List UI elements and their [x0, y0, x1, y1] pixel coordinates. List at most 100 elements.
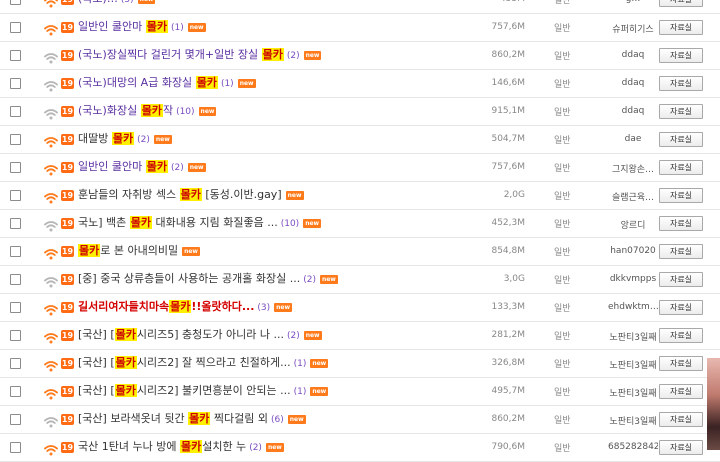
list-item[interactable]: 19 국산 1탄녀 누나 방에 몰카설치한 누 (2) new 790,6M 일반 6852…	[0, 434, 720, 462]
item-title[interactable]: 일반인 쿨안마 몰카 (1) new	[78, 20, 378, 35]
archive-button[interactable]: 자료실	[659, 48, 703, 63]
uploader-name[interactable]: 슈퍼히기스	[608, 22, 658, 35]
new-badge: new	[137, 0, 156, 4]
list-item[interactable]: 19 일반인 쿨안마 몰카 (1) new 757,6M 일반 슈퍼히기스 자료실	[0, 14, 720, 42]
uploader-name[interactable]: 노판티3일째	[608, 414, 658, 427]
row-checkbox[interactable]	[10, 218, 21, 229]
archive-button[interactable]: 자료실	[659, 384, 703, 399]
row-checkbox[interactable]	[10, 414, 21, 425]
item-title[interactable]: [국산] [몰카시리즈2] 불키면흥분이 안되는 ... (1) new	[78, 384, 378, 399]
item-title[interactable]: [중] 중국 상류층들이 사용하는 공개홀 화장실 ... (2) new	[78, 272, 378, 287]
row-checkbox[interactable]	[10, 162, 21, 173]
item-title[interactable]: [국산] 보라색옷녀 뒷간 몰카 찍다걸림 외 (6) new	[78, 412, 378, 427]
title-text: 일반인 쿨안마	[78, 160, 146, 173]
item-title[interactable]: (국노)장실찍다 걸린거 몇개+일반 장실 몰카 (2) new	[78, 48, 378, 63]
list-item[interactable]: 19 국노] 백촌 몰카 대화내용 지림 화질좋음 ... (10) new 452,3…	[0, 210, 720, 238]
uploader-name[interactable]: 앙르디	[608, 218, 658, 231]
item-title[interactable]: 국노] 백촌 몰카 대화내용 지림 화질좋음 ... (10) new	[78, 216, 378, 231]
archive-button[interactable]: 자료실	[659, 160, 703, 175]
item-title[interactable]: 훈남들의 자취방 섹스 몰카 [동성.이반.gay] new	[78, 188, 378, 202]
wifi-icon	[44, 357, 58, 372]
item-title[interactable]: [국산] [몰카시리즈5] 충청도가 아니라 나 ... (2) new	[78, 328, 378, 343]
file-type: 일반	[554, 52, 571, 62]
title-text: (국노)대망의 A급 화장실	[78, 76, 196, 89]
uploader-name[interactable]: ehdwktm…	[608, 302, 658, 312]
list-item[interactable]: 19 [국산] [몰카시리즈5] 충청도가 아니라 나 ... (2) new 281,…	[0, 322, 720, 350]
list-item[interactable]: 19 [중] 중국 상류층들이 사용하는 공개홀 화장실 ... (2) new 3,0…	[0, 266, 720, 294]
list-item[interactable]: 19 대딸방 몰카 (2) new 504,7M 일반 dae 자료실	[0, 126, 720, 154]
row-checkbox[interactable]	[10, 22, 21, 33]
row-checkbox[interactable]	[10, 134, 21, 145]
uploader-name[interactable]: 슬램근육…	[608, 190, 658, 203]
comment-count: (2)	[286, 51, 300, 61]
archive-button[interactable]: 자료실	[659, 20, 703, 35]
list-item[interactable]: 19 (국노)장실찍다 걸린거 몇개+일반 장실 몰카 (2) new 860,2M 일반…	[0, 42, 720, 70]
item-title[interactable]: 몰카로 본 아내의비밀 new	[78, 244, 378, 258]
list-item[interactable]: 19 일반인 쿨안마 몰카 (2) new 757,6M 일반 그지왕손… 자료실	[0, 154, 720, 182]
row-checkbox[interactable]	[10, 358, 21, 369]
archive-button[interactable]: 자료실	[659, 300, 703, 315]
row-checkbox[interactable]	[10, 0, 21, 5]
row-checkbox[interactable]	[10, 50, 21, 61]
row-checkbox[interactable]	[10, 274, 21, 285]
archive-button[interactable]: 자료실	[659, 188, 703, 203]
row-checkbox[interactable]	[10, 190, 21, 201]
row-checkbox[interactable]	[10, 442, 21, 453]
item-title[interactable]: (국노)화장실 몰카작 (10) new	[78, 104, 378, 119]
archive-button[interactable]: 자료실	[659, 132, 703, 147]
item-title[interactable]: [국산] [몰카시리즈2] 잘 찍으라고 친절하게... (1) new	[78, 356, 378, 371]
archive-button[interactable]: 자료실	[659, 272, 703, 287]
uploader-name[interactable]: 그지왕손…	[608, 162, 658, 175]
new-badge: new	[237, 79, 256, 88]
file-size: 915,1M	[491, 106, 525, 116]
file-type: 일반	[554, 332, 571, 342]
row-checkbox[interactable]	[10, 330, 21, 341]
list-item[interactable]: 19 (국노)…(5)new 455M 일반 g…자료실	[0, 0, 720, 14]
list-item[interactable]: 19 [국산] [몰카시리즈2] 잘 찍으라고 친절하게... (1) new 326,…	[0, 350, 720, 378]
file-size: 133,3M	[491, 302, 525, 312]
archive-button[interactable]: 자료실	[659, 216, 703, 231]
item-title[interactable]: (국노)…(5)new	[78, 0, 378, 7]
uploader-name[interactable]: 노판티3일째	[608, 386, 658, 399]
file-type: 일반	[554, 192, 571, 202]
uploader-name[interactable]: ddaq	[608, 78, 658, 88]
item-title[interactable]: (국노)대망의 A급 화장실 몰카 (1) new	[78, 76, 378, 91]
archive-button[interactable]: 자료실	[659, 440, 703, 455]
archive-button[interactable]: 자료실	[659, 104, 703, 119]
uploader-name[interactable]: 685282842…	[608, 442, 658, 452]
uploader-name[interactable]: 노판티3일째	[608, 358, 658, 371]
uploader-name[interactable]: ddaq	[608, 106, 658, 116]
uploader-name[interactable]: han07020	[608, 246, 658, 256]
row-checkbox[interactable]	[10, 78, 21, 89]
row-checkbox[interactable]	[10, 246, 21, 257]
list-item[interactable]: 19 [국산] 보라색옷녀 뒷간 몰카 찍다걸림 외 (6) new 860,2M 일반 노…	[0, 406, 720, 434]
title-suffix: 시리즈2] 불키면흥분이 안되는 ...	[136, 384, 291, 397]
row-checkbox[interactable]	[10, 302, 21, 313]
list-item[interactable]: 19 (국노)대망의 A급 화장실 몰카 (1) new 146,6M 일반 ddaq 자료실	[0, 70, 720, 98]
list-item[interactable]: 19 몰카로 본 아내의비밀 new 854,8M 일반 han07020 자료실	[0, 238, 720, 266]
age-19-badge: 19	[61, 162, 74, 173]
item-title[interactable]: 일반인 쿨안마 몰카 (2) new	[78, 160, 378, 175]
list-item[interactable]: 19 훈남들의 자취방 섹스 몰카 [동성.이반.gay] new 2,0G 일반 슬램근…	[0, 182, 720, 210]
new-badge: new	[319, 275, 338, 284]
row-checkbox[interactable]	[10, 106, 21, 117]
archive-button[interactable]: 자료실	[659, 244, 703, 259]
archive-button[interactable]: 자료실	[659, 412, 703, 427]
item-title[interactable]: 대딸방 몰카 (2) new	[78, 132, 378, 147]
archive-button[interactable]: 자료실	[659, 76, 703, 91]
uploader-name[interactable]: ddaq	[608, 50, 658, 60]
list-item[interactable]: 19 길서리여자들치마속몰카!!올랏하다... (3) new 133,3M 일반 ehdw…	[0, 294, 720, 322]
uploader-name[interactable]: dae	[608, 134, 658, 144]
list-item[interactable]: 19 (국노)화장실 몰카작 (10) new 915,1M 일반 ddaq 자료실	[0, 98, 720, 126]
item-title[interactable]: 길서리여자들치마속몰카!!올랏하다... (3) new	[78, 300, 378, 315]
row-checkbox[interactable]	[10, 386, 21, 397]
archive-button[interactable]: 자료실	[659, 328, 703, 343]
uploader-name[interactable]: dkkvmpps	[608, 274, 658, 284]
uploader-name[interactable]: 노판티3일째	[608, 330, 658, 343]
uploader-name[interactable]: g…	[608, 0, 658, 4]
archive-button[interactable]: 자료실	[659, 0, 703, 7]
side-ad-image[interactable]	[707, 358, 720, 450]
archive-button[interactable]: 자료실	[659, 356, 703, 371]
list-item[interactable]: 19 [국산] [몰카시리즈2] 불키면흥분이 안되는 ... (1) new 495,…	[0, 378, 720, 406]
item-title[interactable]: 국산 1탄녀 누나 방에 몰카설치한 누 (2) new	[78, 440, 378, 455]
